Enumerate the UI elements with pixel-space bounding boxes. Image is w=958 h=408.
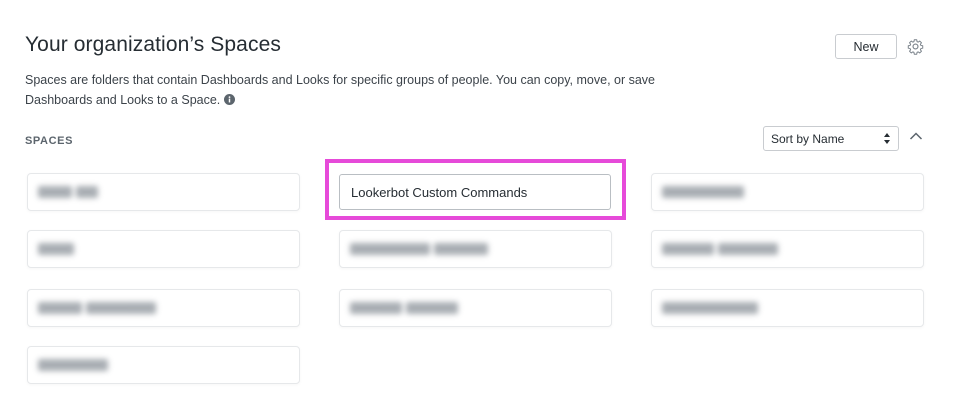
space-name-blurred <box>662 301 762 315</box>
new-button[interactable]: New <box>835 34 897 59</box>
sort-select[interactable]: Sort by Name <box>763 126 899 151</box>
space-name-blurred <box>662 185 748 199</box>
space-name-blurred <box>38 358 112 372</box>
space-card[interactable] <box>651 289 924 327</box>
gear-icon[interactable] <box>907 38 924 55</box>
spaces-section-label: SPACES <box>25 135 74 147</box>
space-name: Lookerbot Custom Commands <box>351 184 528 200</box>
space-card[interactable] <box>339 230 612 268</box>
space-name-blurred <box>38 301 160 315</box>
space-card[interactable] <box>27 289 300 327</box>
sort-select-value: Sort by Name <box>771 131 845 146</box>
spaces-page: Your organization’s Spaces New Spaces ar… <box>0 0 958 408</box>
space-name-blurred <box>38 242 78 256</box>
space-card-lookerbot-custom-commands[interactable]: Lookerbot Custom Commands <box>339 174 611 210</box>
page-description: Spaces are folders that contain Dashboar… <box>25 70 665 110</box>
space-card[interactable] <box>27 173 300 211</box>
space-name-blurred <box>662 242 782 256</box>
space-name-blurred <box>350 301 462 315</box>
space-card[interactable] <box>339 289 612 327</box>
info-icon[interactable] <box>224 94 236 105</box>
page-title: Your organization’s Spaces <box>25 33 281 56</box>
chevron-up-icon[interactable] <box>909 131 923 141</box>
description-text: Spaces are folders that contain Dashboar… <box>25 73 656 107</box>
select-arrows-icon <box>884 133 890 144</box>
space-card[interactable] <box>651 230 924 268</box>
space-card[interactable] <box>27 230 300 268</box>
space-name-blurred <box>350 242 492 256</box>
space-name-blurred <box>38 185 102 199</box>
space-card[interactable] <box>651 173 924 211</box>
space-card[interactable] <box>27 346 300 384</box>
